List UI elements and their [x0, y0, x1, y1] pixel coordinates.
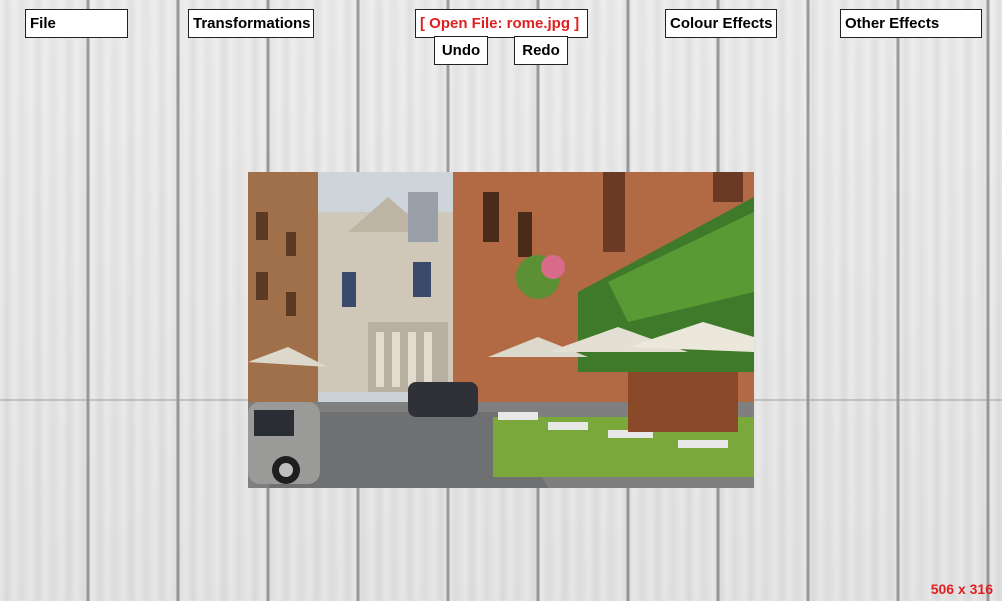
transformations-menu-button[interactable]: Transformations [188, 9, 314, 38]
undo-button[interactable]: Undo [434, 36, 488, 65]
colour-effects-menu-button[interactable]: Colour Effects [665, 9, 777, 38]
image-dimensions-label: 506 x 316 [930, 581, 993, 597]
street-photo [248, 172, 754, 488]
redo-button[interactable]: Redo [514, 36, 568, 65]
image-canvas[interactable] [248, 172, 754, 488]
other-effects-menu-button[interactable]: Other Effects [840, 9, 982, 38]
file-menu-button[interactable]: File [25, 9, 128, 38]
open-file-button[interactable]: [ Open File: rome.jpg ] [415, 9, 588, 38]
